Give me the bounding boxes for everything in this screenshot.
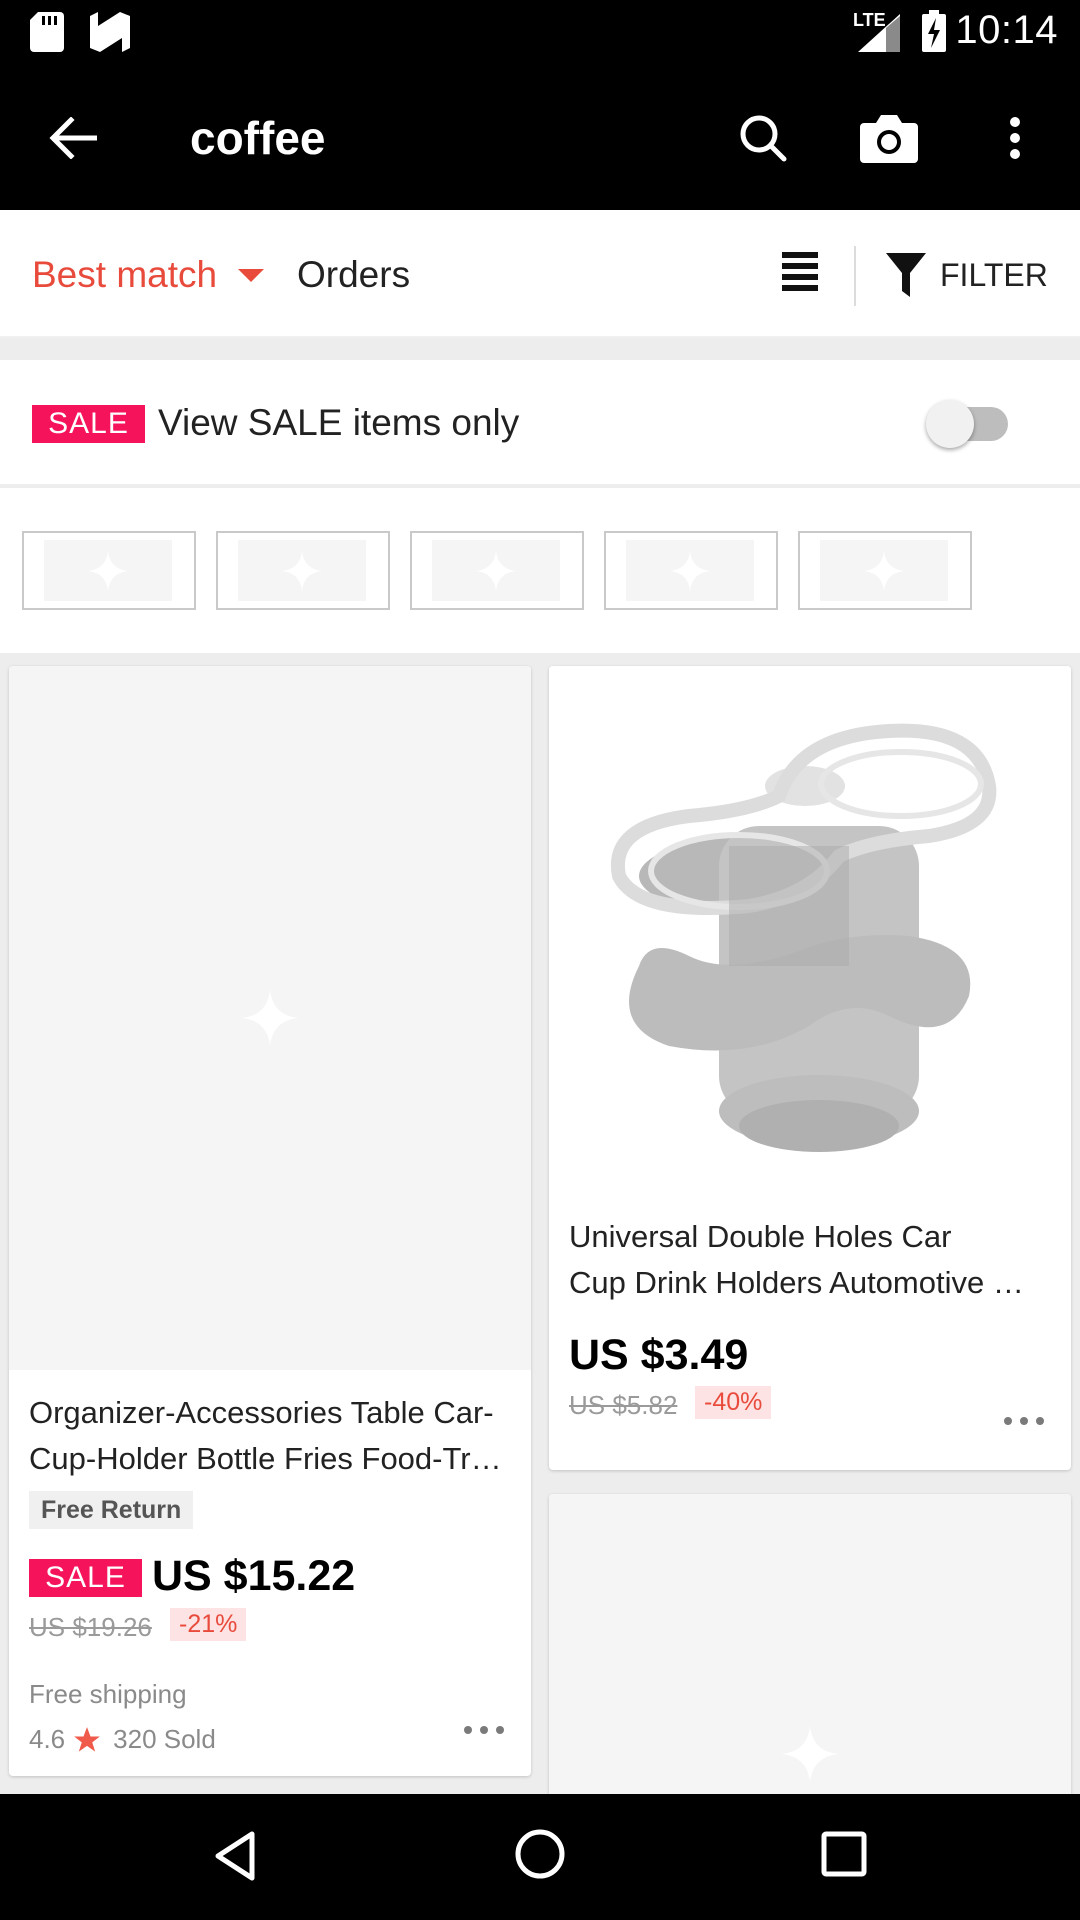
search-button[interactable] [728,103,798,173]
product-card[interactable]: Organizer-Accessories Table Car- Cup-Hol… [9,666,531,1776]
recents-nav-icon[interactable] [820,1830,868,1878]
product-price: US $3.49 [569,1331,749,1379]
placeholder-image [44,540,172,601]
product-title-line: Organizer-Accessories Table Car- [29,1395,494,1430]
camera-search-button[interactable] [854,103,924,173]
home-nav-icon[interactable] [514,1828,566,1880]
list-view-icon[interactable] [782,250,822,294]
signal-icon [858,14,900,52]
product-title-line: Universal Double Holes Car [569,1219,952,1254]
sale-filter-row: SALE View SALE items only [0,360,1080,486]
category-tile[interactable] [798,531,972,610]
placeholder-image [238,540,366,601]
divider [854,246,856,306]
sparkle-icon [864,550,904,591]
sparkle-icon [670,550,710,591]
app-bar: coffee [0,63,1080,210]
original-price: US $19.26 [29,1612,152,1642]
rating-row: 4.6 320 Sold [29,1724,216,1755]
original-price: US $5.82 [569,1390,678,1420]
cup-holder-image [610,723,997,1152]
star-icon [74,1726,100,1752]
shipping-info: Free shipping [29,1679,187,1709]
placeholder-image [820,540,948,601]
product-title[interactable]: Universal Double Holes Car Cup Drink Hol… [569,1214,1059,1306]
discount-badge: -21% [170,1608,247,1641]
product-card[interactable]: Universal Double Holes Car Cup Drink Hol… [549,666,1071,1470]
product-title-line: Cup Drink Holders Automotive … [569,1265,1024,1300]
battery-charging-icon [922,10,946,52]
product-card[interactable] [549,1494,1071,1814]
overflow-menu-button[interactable] [980,103,1050,173]
placeholder-image [432,540,560,601]
sparkle-icon [282,550,322,591]
search-icon [740,115,787,162]
product-title[interactable]: Organizer-Accessories Table Car- Cup-Hol… [29,1390,519,1482]
category-tile[interactable] [604,531,778,610]
back-nav-icon[interactable] [212,1830,258,1882]
sale-badge: SALE [29,1559,142,1597]
camera-icon [860,115,918,163]
free-return-tag: Free Return [29,1491,194,1529]
sort-orders[interactable]: Orders [297,254,410,296]
sale-filter-label: View SALE items only [158,402,520,443]
product-price: US $15.22 [152,1552,356,1600]
discount-badge: -40% [695,1386,772,1419]
sort-best-match[interactable]: Best match [32,254,217,296]
back-button[interactable] [38,103,108,173]
sort-bar: Best match Orders FILTER [0,210,1080,338]
product-image-placeholder[interactable] [549,1494,1071,1814]
filter-icon [886,253,926,297]
search-query[interactable]: coffee [190,111,325,165]
clock: 10:14 [955,8,1058,52]
arrow-back-icon [49,117,97,159]
category-tile[interactable] [410,531,584,610]
category-tile[interactable] [22,531,196,610]
more-options-icon[interactable] [1004,1415,1044,1427]
n-notification-icon [90,12,130,52]
placeholder-image [626,540,754,601]
more-vert-icon [1010,117,1020,159]
sale-toggle-thumb[interactable] [926,400,974,448]
filter-button[interactable]: FILTER [886,250,1048,300]
rating-value: 4.6 [29,1724,66,1754]
sparkle-icon [88,550,128,591]
more-options-icon[interactable] [464,1724,504,1736]
product-title-line: Cup-Holder Bottle Fries Food-Tr… [29,1441,502,1476]
sparkle-icon [782,1726,838,1782]
caret-down-icon[interactable] [238,269,264,282]
system-nav-bar [0,1794,1080,1920]
sparkle-icon [476,550,516,591]
category-tile[interactable] [216,531,390,610]
category-strip [0,488,1080,653]
status-bar: LTE 10:14 [0,0,1080,63]
sparkle-icon [242,990,298,1046]
product-image-placeholder[interactable] [9,666,531,1370]
product-image[interactable] [549,666,1071,1196]
sold-count: 320 Sold [113,1724,216,1754]
sd-card-icon [30,12,64,52]
sale-badge: SALE [32,405,145,443]
filter-label: FILTER [940,256,1048,293]
